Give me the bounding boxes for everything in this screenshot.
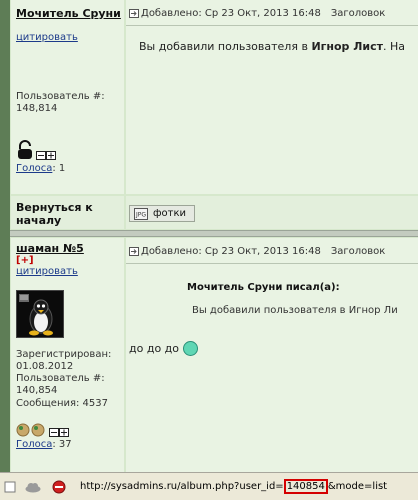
post1-date: Добавлено: Ср 23 Окт, 2013 16:48 [141, 8, 321, 19]
photos-button[interactable]: JPG фотки [129, 205, 196, 222]
left-page-edge [0, 0, 10, 500]
reputation-orb-icon [16, 423, 45, 437]
post2-votes-value: : 37 [52, 439, 72, 450]
photos-button-label: фотки [153, 208, 187, 219]
post1-message: Вы добавили пользователя в Игнор Лист. Н… [139, 40, 405, 53]
post2-body-cell: Добавлено: Ср 23 Окт, 2013 16:48 Заголов… [126, 238, 418, 472]
page-icon [4, 481, 16, 492]
post2-author-name[interactable]: шаман №5 [16, 242, 84, 255]
post1-author-cell: Мочитель Сруни цитировать Пользователь #… [11, 0, 124, 194]
post2-header-divider [126, 263, 418, 264]
smiley-dot-icon [183, 341, 198, 356]
status-url: http://sysadmins.ru/album.php?user_id= 14… [80, 478, 387, 496]
post1-header-divider [126, 25, 418, 26]
post2-author-cell: шаман №5 [+] цитировать Зарегистрирован:… [11, 238, 124, 472]
lock-icon [18, 140, 32, 159]
photo-tag-icon: JPG [134, 207, 148, 220]
post2-quote-link[interactable]: цитировать [16, 266, 78, 277]
post1-votes-link[interactable]: Голоса [16, 163, 52, 174]
post1-message-text-after: . На [383, 40, 406, 53]
svg-text:JPG: JPG [135, 211, 146, 218]
post-separator-bar [10, 230, 418, 237]
quote-text: Вы добавили пользователя в Игнор Ли [192, 305, 398, 316]
linux-penguin-avatar[interactable] [16, 290, 64, 338]
post1-user-number-label: Пользователь #: [16, 91, 105, 102]
minus-plus-icon[interactable] [49, 428, 69, 437]
cloud-icon [25, 482, 41, 492]
post1-message-text-before: Вы добавили пользователя в [139, 40, 312, 53]
post2-subject: Заголовок [330, 246, 386, 257]
status-url-suffix: &mode=list [327, 481, 388, 492]
minus-plus-icon[interactable] [36, 151, 56, 160]
post-icon [129, 9, 139, 18]
post2-user-number-label: Пользователь #: [16, 373, 105, 384]
post1-body-cell: Добавлено: Ср 23 Окт, 2013 16:48 Заголов… [126, 0, 418, 194]
status-url-prefix: http://sysadmins.ru/album.php?user_id= [80, 481, 284, 492]
no-entry-icon [52, 480, 66, 493]
post2-user-number: 140,854 [16, 385, 58, 396]
post1-footer-right: JPG фотки [126, 196, 418, 229]
back-to-top-link[interactable]: Вернуться к началу [16, 201, 116, 227]
quote-author: Мочитель Сруни писал(а): [187, 282, 340, 293]
post1-author-name[interactable]: Мочитель Сруни [16, 7, 121, 20]
post2-message-text: до до до [129, 342, 179, 355]
post2-messages: Сообщения: 4537 [16, 398, 109, 409]
post2-message: до до до [129, 341, 198, 356]
post2-registered-date: 01.08.2012 [16, 361, 74, 372]
post1-subject: Заголовок [330, 8, 386, 19]
post1-footer-left: Вернуться к началу [11, 196, 124, 229]
status-url-highlight: 140854 [283, 479, 328, 494]
post1-votes-value: : 1 [52, 163, 66, 174]
post1-message-bold: Игнор Лист [311, 40, 383, 53]
post-icon [129, 247, 139, 256]
post2-plus-badge[interactable]: [+] [16, 255, 34, 266]
browser-status-bar: http://sysadmins.ru/album.php?user_id= 14… [0, 472, 418, 500]
post1-quote-link[interactable]: цитировать [16, 32, 78, 43]
post2-date: Добавлено: Ср 23 Окт, 2013 16:48 [141, 246, 321, 257]
post2-registered-label: Зарегистрирован: [16, 349, 112, 360]
post1-user-number: 148,814 [16, 103, 58, 114]
post2-votes-link[interactable]: Голоса [16, 439, 52, 450]
